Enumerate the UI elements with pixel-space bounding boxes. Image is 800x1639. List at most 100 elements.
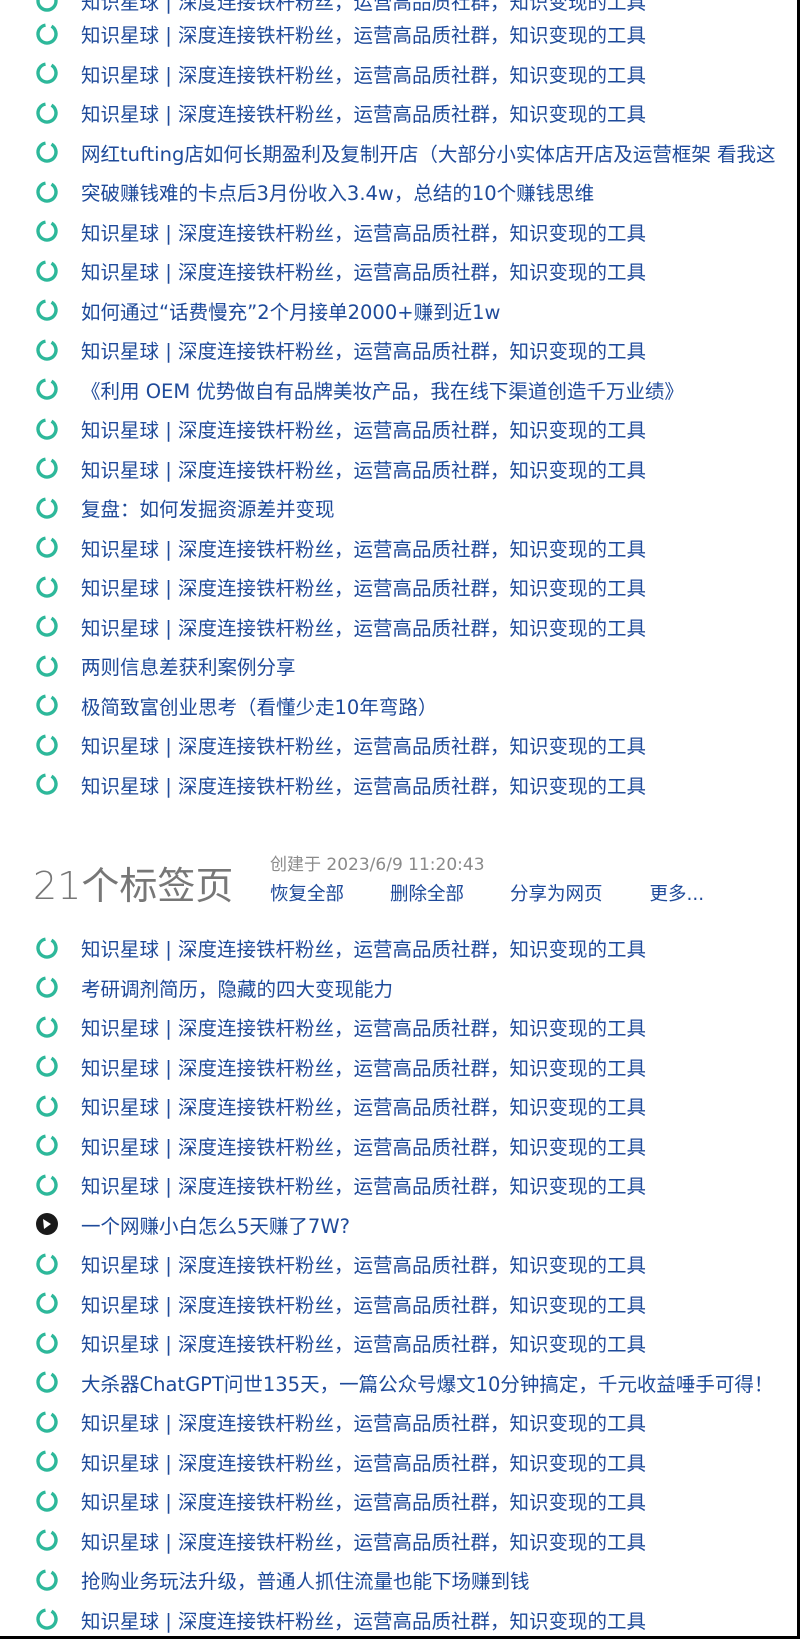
tab-title[interactable]: 抢购业务玩法升级，普通人抓住流量也能下场赚到钱 — [81, 1565, 530, 1594]
tab-row[interactable]: 极简致富创业思考（看懂少走10年弯路） — [0, 686, 776, 726]
tab-row[interactable]: 知识星球 | 深度连接铁杆粉丝，运营高品质社群，知识变现的工具 — [0, 1244, 773, 1284]
tab-title[interactable]: 知识星球 | 深度连接铁杆粉丝，运营高品质社群，知识变现的工具 — [81, 533, 646, 562]
tab-title[interactable]: 网红tufting店如何长期盈利及复制开店（大部分小实体店开店及运营框架 看我这 — [81, 138, 776, 167]
tab-row[interactable]: 知识星球 | 深度连接铁杆粉丝，运营高品质社群，知识变现的工具 — [0, 1402, 773, 1442]
loading-ring-icon — [36, 102, 58, 124]
loading-ring-icon — [36, 1253, 58, 1275]
tab-title[interactable]: 知识星球 | 深度连接铁杆粉丝，运营高品质社群，知识变现的工具 — [81, 1605, 646, 1634]
loading-ring-icon — [36, 418, 58, 440]
tab-title[interactable]: 知识星球 | 深度连接铁杆粉丝，运营高品质社群，知识变现的工具 — [81, 1447, 646, 1476]
loading-ring-icon — [36, 1332, 58, 1354]
tab-row[interactable]: 知识星球 | 深度连接铁杆粉丝，运营高品质社群，知识变现的工具 — [0, 567, 776, 607]
tab-title[interactable]: 知识星球 | 深度连接铁杆粉丝，运营高品质社群，知识变现的工具 — [81, 1012, 646, 1041]
tab-row[interactable]: 网红tufting店如何长期盈利及复制开店（大部分小实体店开店及运营框架 看我这 — [0, 133, 776, 173]
tab-title[interactable]: 突破赚钱难的卡点后3月份收入3.4w，总结的10个赚钱思维 — [81, 177, 594, 206]
tab-title[interactable]: 知识星球 | 深度连接铁杆粉丝，运营高品质社群，知识变现的工具 — [81, 1289, 646, 1318]
tab-row[interactable]: 大杀器ChatGPT问世135天，一篇公众号爆文10分钟搞定，千元收益唾手可得！ — [0, 1363, 773, 1403]
tab-title[interactable]: 知识星球 | 深度连接铁杆粉丝，运营高品质社群，知识变现的工具 — [81, 612, 646, 641]
more-menu-link[interactable]: 更多... — [650, 880, 705, 906]
tab-row[interactable]: 知识星球 | 深度连接铁杆粉丝，运营高品质社群，知识变现的工具 — [0, 1600, 773, 1637]
tab-group-1-list: 知识星球 | 深度连接铁杆粉丝，运营高品质社群，知识变现的工具 知识星球 | 深… — [0, 14, 776, 804]
tab-title[interactable]: 复盘：如何发掘资源差并变现 — [81, 493, 335, 522]
tab-title[interactable]: 知识星球 | 深度连接铁杆粉丝，运营高品质社群，知识变现的工具 — [81, 933, 646, 962]
tab-row[interactable]: 知识星球 | 深度连接铁杆粉丝，运营高品质社群，知识变现的工具 — [0, 1165, 773, 1205]
tab-title[interactable]: 大杀器ChatGPT问世135天，一篇公众号爆文10分钟搞定，千元收益唾手可得！ — [81, 1368, 773, 1397]
tab-title[interactable]: 知识星球 | 深度连接铁杆粉丝，运营高品质社群，知识变现的工具 — [81, 19, 646, 48]
tab-row[interactable]: 知识星球 | 深度连接铁杆粉丝，运营高品质社群，知识变现的工具 — [0, 1126, 773, 1166]
tab-title[interactable]: 知识星球 | 深度连接铁杆粉丝，运营高品质社群，知识变现的工具 — [81, 217, 646, 246]
tab-title[interactable]: 知识星球 | 深度连接铁杆粉丝，运营高品质社群，知识变现的工具 — [81, 98, 646, 127]
tab-title[interactable]: 知识星球 | 深度连接铁杆粉丝，运营高品质社群，知识变现的工具 — [81, 572, 646, 601]
tab-row[interactable]: 两则信息差获利案例分享 — [0, 646, 776, 686]
loading-ring-icon — [36, 1095, 58, 1117]
tab-row[interactable]: 知识星球 | 深度连接铁杆粉丝，运营高品质社群，知识变现的工具 — [0, 330, 776, 370]
tab-title[interactable]: 知识星球 | 深度连接铁杆粉丝，运营高品质社群，知识变现的工具 — [81, 0, 646, 15]
tab-manager-page: 知识星球 | 深度连接铁杆粉丝，运营高品质社群，知识变现的工具 知识星球 | 深… — [0, 0, 800, 1639]
tab-title[interactable]: 如何通过“话费慢充”2个月接单2000+赚到近1w — [81, 296, 500, 325]
tab-row[interactable]: 知识星球 | 深度连接铁杆粉丝，运营高品质社群，知识变现的工具 — [0, 528, 776, 568]
tab-row[interactable]: 知识星球 | 深度连接铁杆粉丝，运营高品质社群，知识变现的工具 — [0, 725, 776, 765]
loading-ring-icon — [36, 299, 58, 321]
tab-row[interactable]: 知识星球 | 深度连接铁杆粉丝，运营高品质社群，知识变现的工具 — [0, 607, 776, 647]
tab-title[interactable]: 知识星球 | 深度连接铁杆粉丝，运营高品质社群，知识变现的工具 — [81, 730, 646, 759]
loading-ring-icon — [36, 576, 58, 598]
tab-title[interactable]: 知识星球 | 深度连接铁杆粉丝，运营高品质社群，知识变现的工具 — [81, 59, 646, 88]
tab-row[interactable]: 知识星球 | 深度连接铁杆粉丝，运营高品质社群，知识变现的工具 — [0, 1442, 773, 1482]
tab-title[interactable]: 知识星球 | 深度连接铁杆粉丝，运营高品质社群，知识变现的工具 — [81, 1091, 646, 1120]
tab-row[interactable]: 一个网赚小白怎么5天赚了7W? — [0, 1205, 773, 1245]
tab-title[interactable]: 知识星球 | 深度连接铁杆粉丝，运营高品质社群，知识变现的工具 — [81, 414, 646, 443]
tab-title[interactable]: 知识星球 | 深度连接铁杆粉丝，运营高品质社群，知识变现的工具 — [81, 1328, 646, 1357]
tab-group-created-time: 创建于 2023/6/9 11:20:43 — [270, 855, 485, 875]
tab-title[interactable]: 知识星球 | 深度连接铁杆粉丝，运营高品质社群，知识变现的工具 — [81, 454, 646, 483]
tab-row[interactable]: 知识星球 | 深度连接铁杆粉丝，运营高品质社群，知识变现的工具 — [0, 409, 776, 449]
tab-row[interactable]: 知识星球 | 深度连接铁杆粉丝，运营高品质社群，知识变现的工具 — [0, 1086, 773, 1126]
tab-row[interactable]: 知识星球 | 深度连接铁杆粉丝，运营高品质社群，知识变现的工具 — [0, 1323, 773, 1363]
loading-ring-icon — [36, 655, 58, 677]
tab-title[interactable]: 知识星球 | 深度连接铁杆粉丝，运营高品质社群，知识变现的工具 — [81, 770, 646, 799]
loading-ring-icon — [36, 1450, 58, 1472]
tab-row[interactable]: 知识星球 | 深度连接铁杆粉丝，运营高品质社群，知识变现的工具 — [0, 1521, 773, 1561]
tab-row[interactable]: 知识星球 | 深度连接铁杆粉丝，运营高品质社群，知识变现的工具 — [0, 14, 776, 54]
tab-row[interactable]: 知识星球 | 深度连接铁杆粉丝，运营高品质社群，知识变现的工具 — [0, 1007, 773, 1047]
tab-row[interactable]: 知识星球 | 深度连接铁杆粉丝，运营高品质社群，知识变现的工具 — [0, 1481, 773, 1521]
tab-row[interactable]: 知识星球 | 深度连接铁杆粉丝，运营高品质社群，知识变现的工具 — [0, 212, 776, 252]
restore-all-link[interactable]: 恢复全部 — [270, 880, 344, 906]
tab-row[interactable]: 知识星球 | 深度连接铁杆粉丝，运营高品质社群，知识变现的工具 — [0, 1047, 773, 1087]
tab-row[interactable]: 知识星球 | 深度连接铁杆粉丝，运营高品质社群，知识变现的工具 — [0, 1284, 773, 1324]
tab-row[interactable]: 考研调剂简历，隐藏的四大变现能力 — [0, 968, 773, 1008]
tab-title[interactable]: 极简致富创业思考（看懂少走10年弯路） — [81, 691, 437, 720]
tab-title[interactable]: 一个网赚小白怎么5天赚了7W? — [81, 1210, 350, 1239]
tab-row[interactable]: 知识星球 | 深度连接铁杆粉丝，运营高品质社群，知识变现的工具 — [0, 54, 776, 94]
loading-ring-icon — [36, 536, 58, 558]
tab-row[interactable]: 复盘：如何发掘资源差并变现 — [0, 488, 776, 528]
loading-ring-icon — [36, 937, 58, 959]
tab-title[interactable]: 《利用 OEM 优势做自有品牌美妆产品，我在线下渠道创造千万业绩》 — [81, 375, 684, 404]
share-as-webpage-link[interactable]: 分享为网页 — [510, 880, 603, 906]
tab-title[interactable]: 知识星球 | 深度连接铁杆粉丝，运营高品质社群，知识变现的工具 — [81, 1526, 646, 1555]
tab-title[interactable]: 知识星球 | 深度连接铁杆粉丝，运营高品质社群，知识变现的工具 — [81, 1249, 646, 1278]
tab-row[interactable]: 知识星球 | 深度连接铁杆粉丝，运营高品质社群，知识变现的工具 — [0, 251, 776, 291]
tab-title[interactable]: 考研调剂简历，隐藏的四大变现能力 — [81, 973, 393, 1002]
tab-title[interactable]: 知识星球 | 深度连接铁杆粉丝，运营高品质社群，知识变现的工具 — [81, 1486, 646, 1515]
tab-row[interactable]: 知识星球 | 深度连接铁杆粉丝，运营高品质社群，知识变现的工具 — [0, 765, 776, 805]
tab-title[interactable]: 知识星球 | 深度连接铁杆粉丝，运营高品质社群，知识变现的工具 — [81, 256, 646, 285]
tab-title[interactable]: 知识星球 | 深度连接铁杆粉丝，运营高品质社群，知识变现的工具 — [81, 1170, 646, 1199]
tab-row[interactable]: 知识星球 | 深度连接铁杆粉丝，运营高品质社群，知识变现的工具 — [0, 93, 776, 133]
tab-row[interactable]: 知识星球 | 深度连接铁杆粉丝，运营高品质社群，知识变现的工具 — [0, 928, 773, 968]
loading-ring-icon — [36, 1292, 58, 1314]
tab-title[interactable]: 知识星球 | 深度连接铁杆粉丝，运营高品质社群，知识变现的工具 — [81, 1131, 646, 1160]
tab-group-actions: 恢复全部 删除全部 分享为网页 更多... — [270, 880, 704, 906]
tab-title[interactable]: 两则信息差获利案例分享 — [81, 651, 296, 680]
tab-row[interactable]: 《利用 OEM 优势做自有品牌美妆产品，我在线下渠道创造千万业绩》 — [0, 370, 776, 410]
tab-row[interactable]: 抢购业务玩法升级，普通人抓住流量也能下场赚到钱 — [0, 1560, 773, 1600]
tab-row[interactable]: 如何通过“话费慢充”2个月接单2000+赚到近1w — [0, 291, 776, 331]
tab-title[interactable]: 知识星球 | 深度连接铁杆粉丝，运营高品质社群，知识变现的工具 — [81, 335, 646, 364]
dark-circle-favicon-icon — [36, 1213, 58, 1236]
loading-ring-icon — [36, 976, 58, 998]
tab-title[interactable]: 知识星球 | 深度连接铁杆粉丝，运营高品质社群，知识变现的工具 — [81, 1407, 646, 1436]
delete-all-link[interactable]: 删除全部 — [390, 880, 464, 906]
tab-row[interactable]: 知识星球 | 深度连接铁杆粉丝，运营高品质社群，知识变现的工具 — [0, 449, 776, 489]
tab-row[interactable]: 突破赚钱难的卡点后3月份收入3.4w，总结的10个赚钱思维 — [0, 172, 776, 212]
loading-ring-icon — [36, 615, 58, 637]
tab-title[interactable]: 知识星球 | 深度连接铁杆粉丝，运营高品质社群，知识变现的工具 — [81, 1052, 646, 1081]
